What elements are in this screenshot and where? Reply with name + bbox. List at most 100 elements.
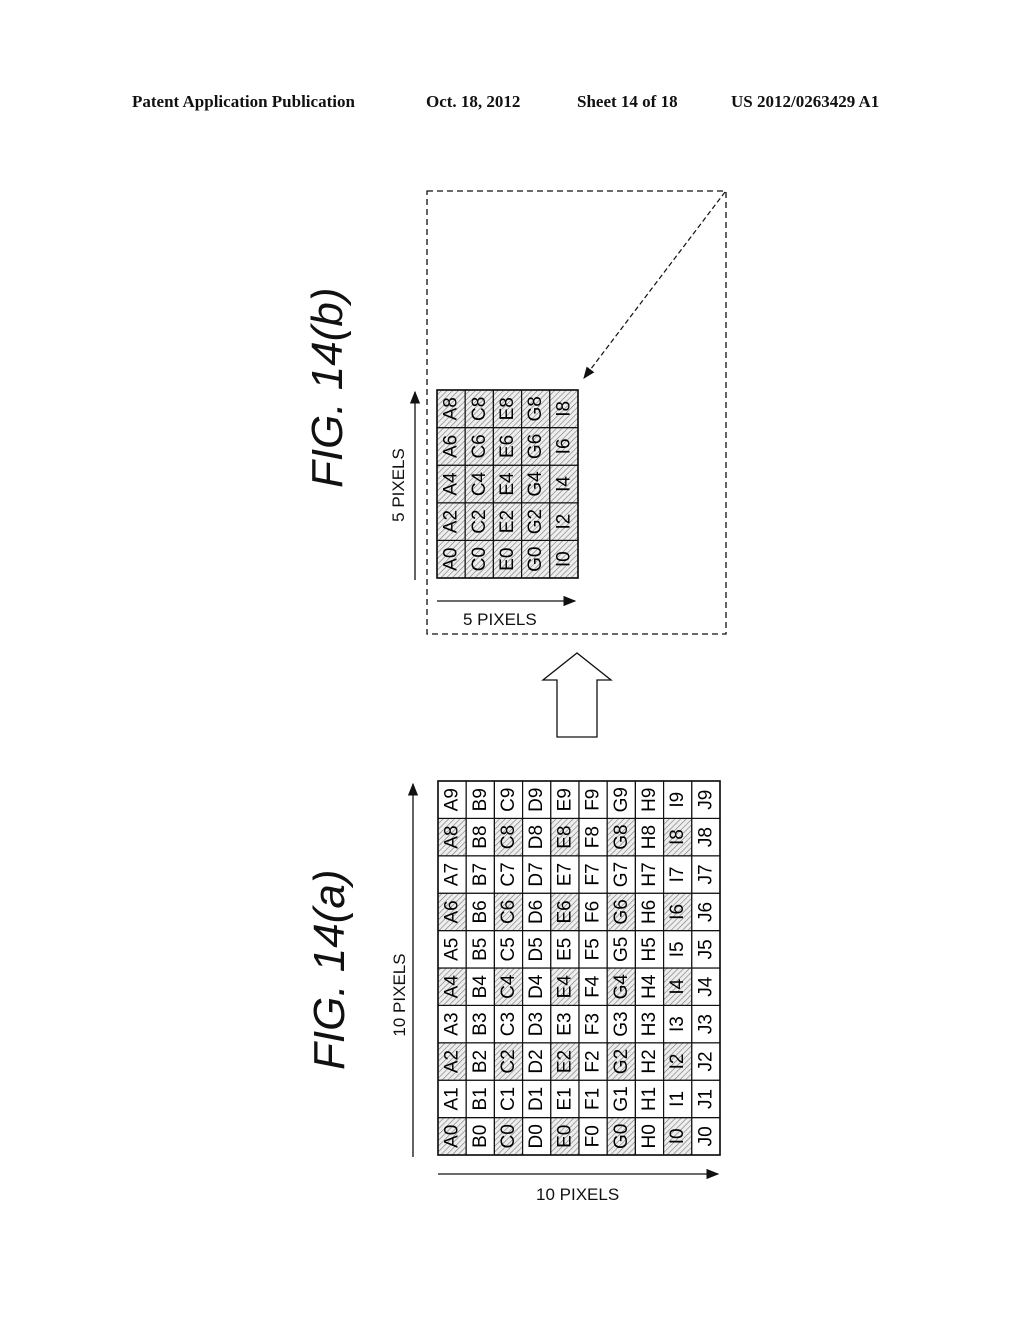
grid-cell-label: B5 (470, 938, 491, 961)
figure-drawing: A0 A2 A4 A6 A8 C0 C2 C4 C6 C8 E0 E2 E4 E6 E8 G0 G2 G4 G6 G8… (407, 190, 727, 1180)
grid-cell-label: A3 (442, 1012, 463, 1035)
grid-cell-E1: E1 (550, 1079, 580, 1119)
grid-cell-C8: C8 (493, 817, 524, 857)
grid-cell-label: D7 (526, 862, 547, 886)
grid-cell-I0: I0 (549, 539, 579, 579)
grid-cell-J3: J3 (691, 1004, 721, 1044)
grid-cell-label: B1 (470, 1087, 491, 1110)
grid-cell-I8: I8 (549, 389, 579, 429)
grid-cell-label: I1 (667, 1091, 688, 1107)
grid-cell-I8: I8 (662, 817, 693, 857)
grid-cell-I7: I7 (662, 855, 693, 894)
grid-cell-label: G2 (525, 509, 546, 534)
grid-cell-label: G6 (611, 899, 632, 924)
grid-cell-A0: A0 (437, 1116, 467, 1156)
grid-cell-label: D4 (526, 974, 547, 999)
grid-cell-E0: E0 (550, 1116, 580, 1156)
grid-cell-B6: B6 (465, 892, 496, 932)
grid-cell-C3: C3 (493, 1004, 524, 1044)
grid-cell-E3: E3 (550, 1004, 580, 1044)
grid-cell-F6: F6 (578, 892, 608, 932)
grid-cell-C4: C4 (464, 464, 495, 504)
grid-cell-label: I5 (667, 941, 688, 957)
grid-cell-label: G2 (611, 1049, 632, 1074)
grid-cell-label: J7 (695, 864, 716, 884)
grid-cell-C2: C2 (464, 502, 495, 541)
grid-cell-label: A6 (442, 900, 463, 923)
grid-cell-label: A8 (441, 397, 462, 420)
grid-cell-C9: C9 (493, 780, 524, 820)
grid-cell-G3: G3 (606, 1004, 637, 1044)
grid-cell-label: F0 (583, 1125, 604, 1147)
grid-cell-label: I8 (667, 829, 688, 845)
grid-cell-B3: B3 (465, 1004, 496, 1044)
grid-cell-label: C2 (469, 509, 490, 533)
grid-cell-B4: B4 (465, 967, 496, 1007)
grid-cell-label: G3 (611, 1011, 632, 1036)
grid-cell-label: C0 (469, 547, 490, 571)
grid-cell-label: F1 (583, 1088, 604, 1110)
grid-cell-C7: C7 (493, 855, 524, 894)
grid-cell-label: D9 (526, 788, 547, 812)
grid-cell-label: J0 (695, 1126, 716, 1146)
grid-cell-label: H9 (639, 788, 660, 812)
grid-cell-label: B0 (470, 1125, 491, 1148)
grid-cell-label: A8 (442, 825, 463, 848)
grid-cell-I5: I5 (662, 929, 693, 969)
grid-cell-label: I4 (667, 978, 688, 994)
grid-cell-E6: E6 (492, 427, 523, 466)
grid-cell-G1: G1 (606, 1079, 637, 1119)
grid-cell-label: I6 (667, 904, 688, 920)
grid-cell-label: B9 (470, 788, 491, 811)
grid-cell-label: F6 (583, 901, 604, 923)
grid-cell-label: A0 (441, 548, 462, 571)
grid-cell-F0: F0 (578, 1116, 608, 1156)
fig-14a-grid: A0 A1 A2 A3 A4 A5 A6 A7 A8 A9 B0 B1 B2 B3 B4 B5 B6 B7 B8 B9… (437, 780, 721, 1156)
grid-cell-label: I4 (553, 476, 574, 492)
grid-cell-B7: B7 (465, 855, 496, 894)
grid-cell-I2: I2 (662, 1042, 693, 1081)
grid-cell-label: A0 (442, 1125, 463, 1148)
grid-cell-label: G9 (611, 787, 632, 812)
grid-cell-label: F9 (583, 789, 604, 811)
grid-cell-G4: G4 (520, 464, 551, 504)
grid-cell-label: C7 (498, 862, 519, 886)
grid-cell-label: I8 (553, 401, 574, 417)
grid-cell-label: B2 (470, 1050, 491, 1073)
grid-cell-label: F8 (583, 826, 604, 848)
grid-cell-E0: E0 (492, 539, 523, 579)
grid-cell-A4: A4 (436, 464, 466, 504)
grid-cell-label: D5 (526, 937, 547, 961)
grid-cell-H3: H3 (634, 1004, 665, 1044)
grid-cell-label: A2 (442, 1050, 463, 1073)
grid-cell-label: E0 (554, 1125, 575, 1148)
grid-cell-label: I2 (553, 514, 574, 530)
grid-cell-label: A9 (442, 788, 463, 811)
grid-cell-F5: F5 (578, 929, 608, 969)
grid-cell-B8: B8 (465, 817, 496, 857)
grid-cell-label: E6 (554, 900, 575, 923)
grid-cell-B9: B9 (465, 780, 496, 820)
grid-cell-label: E5 (554, 938, 575, 961)
fig-14b-grid: A0 A2 A4 A6 A8 C0 C2 C4 C6 C8 E0 E2 E4 E6 E8 G0 G2 G4 G6 G8… (436, 389, 579, 579)
grid-cell-H5: H5 (634, 929, 665, 969)
grid-cell-A9: A9 (437, 780, 467, 820)
grid-cell-D1: D1 (521, 1079, 552, 1119)
grid-cell-F7: F7 (578, 855, 608, 894)
grid-cell-G6: G6 (606, 892, 637, 932)
grid-cell-label: J9 (695, 790, 716, 810)
grid-cell-label: H5 (639, 937, 660, 961)
grid-cell-F1: F1 (578, 1079, 608, 1119)
grid-cell-label: H6 (639, 900, 660, 924)
grid-cell-A1: A1 (437, 1079, 467, 1119)
grid-cell-label: F2 (583, 1050, 604, 1072)
grid-cell-G4: G4 (606, 967, 637, 1007)
grid-cell-label: I2 (667, 1054, 688, 1070)
grid-cell-J6: J6 (691, 892, 721, 932)
grid-cell-label: E8 (554, 825, 575, 848)
grid-cell-F9: F9 (578, 780, 608, 820)
grid-cell-A0: A0 (436, 539, 466, 579)
grid-cell-label: B3 (470, 1012, 491, 1035)
grid-cell-label: I9 (667, 792, 688, 808)
grid-cell-J9: J9 (691, 780, 721, 820)
